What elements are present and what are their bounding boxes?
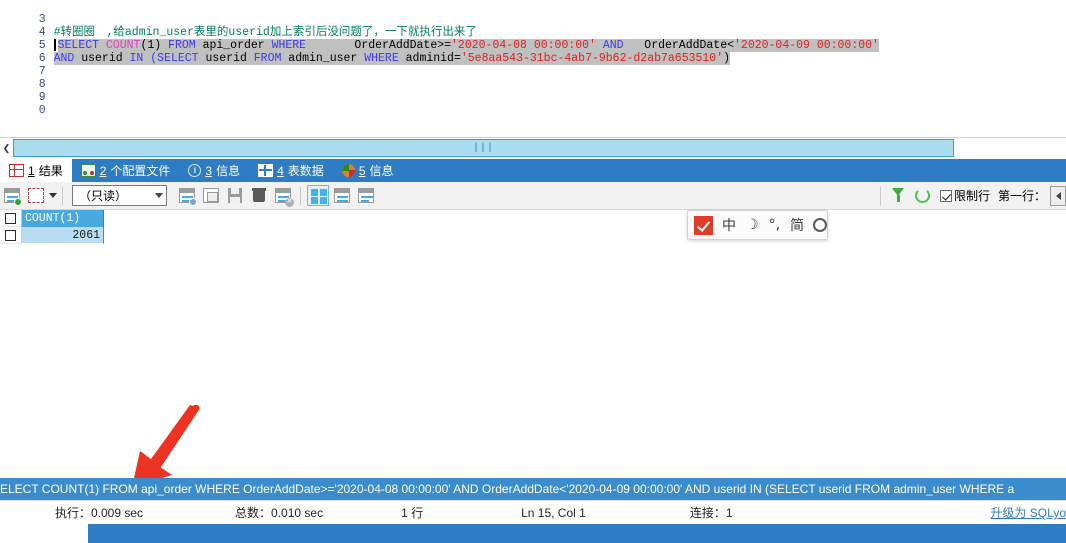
tab-number: 2 [99, 163, 107, 178]
toolbar-divider [300, 186, 301, 205]
result-toolbar[interactable]: （只读） ✕ 限制行 第一行： [0, 182, 1066, 210]
code-line-sql-6: 6 AND userid IN (SELECT userid FROM admin… [0, 39, 1066, 65]
info-icon: i [188, 164, 202, 177]
column-header-count[interactable]: COUNT(1) [22, 210, 104, 227]
scrollbar-thumb[interactable]: ||| [13, 139, 954, 157]
refresh-icon[interactable] [911, 185, 933, 206]
upgrade-link[interactable]: 升级为 SQLyo [990, 504, 1066, 521]
row-header-corner[interactable] [0, 210, 22, 227]
tab-info-3[interactable]: i 3 信息 [179, 159, 249, 182]
chevron-down-icon [155, 193, 163, 198]
status-cursor-position: Ln 15, Col 1 [521, 505, 586, 520]
first-row-label: 第一行： [997, 189, 1046, 203]
code-line: 9 [0, 78, 1066, 104]
grid-view-icon[interactable] [307, 185, 329, 206]
code-line-sql-5: 5 SELECT COUNT(1) FROM api_order WHERE Or… [0, 26, 1066, 52]
executed-sql-text: SELECT COUNT(1) FROM api_order WHERE Ord… [0, 482, 1015, 496]
ime-moon-icon[interactable]: ☽ [742, 217, 763, 233]
toolbar-divider [879, 186, 881, 205]
cell-count-value[interactable]: 2061 [22, 227, 104, 244]
executed-sql-bar: SELECT COUNT(1) FROM api_order WHERE Ord… [0, 478, 1066, 500]
chevron-down-icon[interactable] [49, 193, 57, 198]
toolbar-divider [62, 186, 63, 205]
tab-label: 个配置文件 [110, 164, 171, 178]
code-line: 3 [0, 0, 1066, 26]
ime-simplified-mode[interactable]: 简 [786, 215, 808, 235]
limit-rows-checkbox[interactable] [939, 189, 952, 202]
tab-label: 信息 [369, 164, 394, 178]
scrollbar-grip-icon: ||| [472, 143, 495, 154]
delete-row-icon[interactable] [248, 185, 270, 206]
table-row[interactable]: 2061 [0, 227, 1066, 244]
tab-number: 4 [277, 163, 284, 178]
tab-profiles[interactable]: 2 个配置文件 [72, 159, 180, 182]
table-icon [258, 164, 274, 177]
ime-language-mode[interactable]: 中 [718, 215, 740, 235]
edit-mode-value: （只读） [79, 189, 128, 203]
insert-row-icon[interactable] [176, 185, 198, 206]
filter-icon[interactable] [887, 185, 909, 206]
tab-results[interactable]: 1 结果 [0, 159, 72, 182]
grid-icon [9, 164, 24, 177]
sql-editor[interactable]: 3 4 #转圈圈 ,给admin_user表里的userid加上索引后没问题了，一… [0, 0, 1066, 137]
pie-icon [341, 164, 355, 177]
code-line: 0 [0, 91, 1066, 117]
column-select-icon[interactable] [25, 185, 47, 206]
limit-rows-label: 限制行 [953, 189, 990, 203]
row-selector[interactable] [0, 227, 22, 244]
tab-number: 3 [205, 163, 213, 178]
tab-label: 表数据 [287, 164, 324, 178]
refresh-grid-icon[interactable] [1, 185, 23, 206]
ime-punctuation-mode[interactable]: °, [765, 217, 784, 233]
cancel-edit-icon[interactable]: ✕ [272, 185, 294, 207]
line-number: 0 [38, 104, 46, 117]
profile-icon [80, 164, 96, 177]
ime-settings-icon[interactable] [813, 218, 828, 232]
tab-label: 结果 [38, 164, 63, 178]
grid-header-row: COUNT(1) [0, 210, 1066, 227]
scrollbar-track[interactable]: ||| [13, 139, 1066, 157]
code-line: 8 [0, 65, 1066, 91]
tab-table-data[interactable]: 4 表数据 [249, 159, 333, 182]
save-icon[interactable] [224, 185, 246, 206]
status-total-time: 总数：0.010 sec [235, 506, 324, 520]
edit-mode-select[interactable]: （只读） [72, 185, 167, 206]
text-view-icon[interactable] [355, 185, 377, 206]
status-connection: 连接：1 [689, 506, 733, 520]
scroll-left-arrow-icon[interactable]: ❮ [0, 138, 13, 158]
taskbar[interactable] [0, 524, 1066, 543]
form-view-icon[interactable] [331, 185, 353, 206]
chevron-left-icon [1055, 191, 1061, 200]
status-row-count: 1 行 [401, 506, 424, 520]
code-line-comment: 4 #转圈圈 ,给admin_user表里的userid加上索引后没问题了，一下就… [0, 13, 1066, 39]
result-grid[interactable]: COUNT(1) 2061 [0, 210, 1066, 478]
ime-toolbar[interactable]: 中 ☽ °, 简 [687, 210, 828, 240]
status-exec-time: 执行：0.009 sec [55, 506, 144, 520]
editor-horizontal-scrollbar[interactable]: ❮ ||| [0, 137, 1066, 158]
tab-number: 1 [28, 163, 35, 178]
tab-label: 信息 [216, 164, 241, 178]
first-row-prev-button[interactable] [1050, 185, 1066, 206]
ime-check-icon[interactable] [694, 215, 713, 235]
tab-number: 5 [358, 163, 366, 178]
taskbar-active-item[interactable] [0, 524, 88, 543]
result-tabs[interactable]: 1 结果 2 个配置文件 i 3 信息 4 表数据 5 信息 [0, 159, 1066, 182]
duplicate-row-icon[interactable] [200, 185, 222, 206]
tab-info-5[interactable]: 5 信息 [333, 159, 403, 182]
code-line: 7 [0, 52, 1066, 78]
status-bar: 执行：0.009 sec 总数：0.010 sec 1 行 Ln 15, Col… [0, 500, 1066, 524]
